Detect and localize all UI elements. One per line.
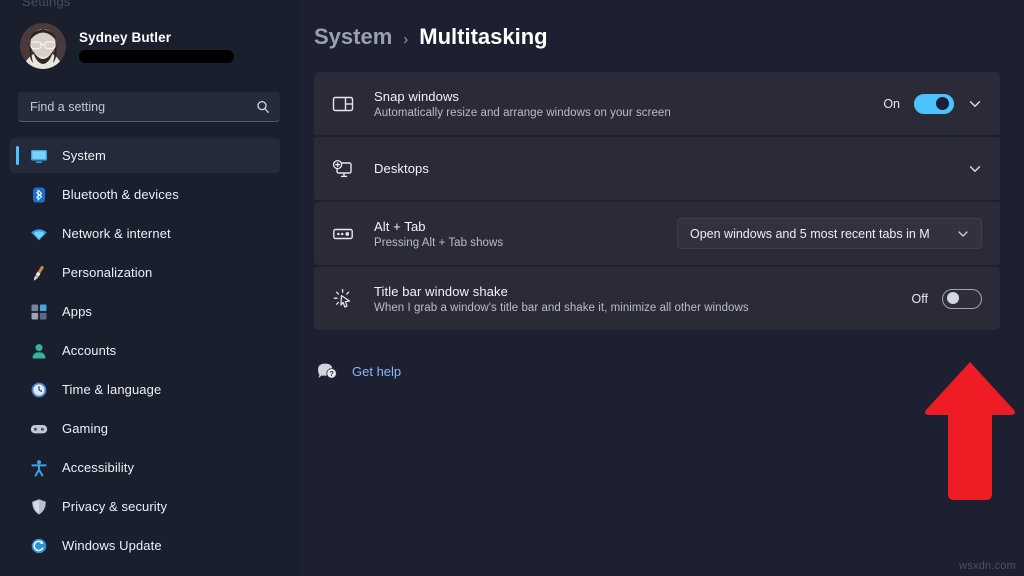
settings-list: Snap windows Automatically resize and ar… [314,72,1000,330]
snap-layout-icon [330,91,356,117]
sidebar-item-label: Network & internet [62,226,171,241]
cursor-shake-icon [330,286,356,312]
sidebar-nav: System Bluetooth & devices [0,138,300,563]
main-content: System › Multitasking Snap windows Autom… [300,0,1024,576]
breadcrumb-parent[interactable]: System [314,24,392,50]
watermark: wsxdn.com [959,560,1016,572]
setting-row-snap-windows[interactable]: Snap windows Automatically resize and ar… [314,72,1000,135]
sidebar-item-label: Accounts [62,343,116,358]
alt-tab-keys-icon [330,221,356,247]
sidebar-item-label: System [62,148,106,163]
clock-icon [30,381,48,399]
profile-email-redacted [79,50,234,63]
setting-subtitle: When I grab a window's title bar and sha… [374,302,912,314]
sidebar-item-label: Windows Update [62,538,162,553]
shield-icon [30,498,48,516]
toggle-state-label: On [883,97,900,111]
search-icon[interactable] [256,100,270,114]
paintbrush-icon [30,264,48,282]
setting-title: Alt + Tab [374,219,677,234]
sidebar-item-label: Personalization [62,265,152,280]
sidebar-item-system[interactable]: System [10,138,280,173]
user-profile[interactable]: Sydney Butler [0,8,300,70]
setting-row-alt-tab[interactable]: Alt + Tab Pressing Alt + Tab shows Open … [314,202,1000,265]
breadcrumb: System › Multitasking [314,24,1000,50]
person-icon [30,342,48,360]
chevron-right-icon: › [403,31,408,48]
monitor-icon [30,147,48,165]
settings-window: Settings [0,0,1024,576]
update-refresh-icon [30,537,48,555]
sidebar-item-label: Time & language [62,382,161,397]
setting-subtitle: Automatically resize and arrange windows… [374,107,883,119]
window-title-cutoff: Settings [22,0,71,9]
page-title: Multitasking [419,24,547,50]
chevron-down-icon[interactable] [957,228,971,240]
sidebar-item-label: Bluetooth & devices [62,187,179,202]
wifi-icon [30,225,48,243]
title-bar-shake-toggle[interactable] [942,289,982,309]
sidebar-item-label: Apps [62,304,92,319]
sidebar-item-personalization[interactable]: Personalization [10,255,280,290]
toggle-state-label: Off [912,292,928,306]
snap-windows-toggle[interactable] [914,94,954,114]
sidebar-item-accounts[interactable]: Accounts [10,333,280,368]
toggle-knob [936,97,949,110]
sidebar-item-time-language[interactable]: Time & language [10,372,280,407]
alt-tab-dropdown[interactable]: Open windows and 5 most recent tabs in M [677,218,982,249]
sidebar-item-network-internet[interactable]: Network & internet [10,216,280,251]
sidebar: Settings [0,0,300,576]
sidebar-item-label: Accessibility [62,460,134,475]
get-help-link[interactable]: ? Get help [314,360,1000,382]
search-input[interactable] [30,100,256,114]
setting-title: Desktops [374,161,968,176]
setting-row-title-bar-window-shake[interactable]: Title bar window shake When I grab a win… [314,267,1000,330]
sidebar-item-accessibility[interactable]: Accessibility [10,450,280,485]
apps-grid-icon [30,303,48,321]
sidebar-item-label: Gaming [62,421,108,436]
bluetooth-icon [30,186,48,204]
setting-title: Snap windows [374,89,883,104]
setting-row-desktops[interactable]: Desktops [314,137,1000,200]
profile-name: Sydney Butler [79,30,234,45]
help-question-icon: ? [316,360,338,382]
sidebar-item-windows-update[interactable]: Windows Update [10,528,280,563]
sidebar-item-bluetooth-devices[interactable]: Bluetooth & devices [10,177,280,212]
chevron-down-icon[interactable] [968,162,982,176]
accessibility-icon [30,459,48,477]
toggle-knob [947,292,959,304]
gamepad-icon [30,420,48,438]
sidebar-item-label: Privacy & security [62,499,167,514]
dropdown-value: Open windows and 5 most recent tabs in M [690,227,949,241]
setting-title: Title bar window shake [374,284,912,299]
sidebar-item-gaming[interactable]: Gaming [10,411,280,446]
search-box[interactable] [18,92,280,122]
setting-subtitle: Pressing Alt + Tab shows [374,237,677,249]
svg-text:?: ? [329,369,334,378]
get-help-label: Get help [352,364,401,379]
desktops-monitor-plus-icon [330,156,356,182]
sidebar-item-apps[interactable]: Apps [10,294,280,329]
chevron-down-icon[interactable] [968,97,982,111]
avatar [20,23,66,69]
sidebar-item-privacy-security[interactable]: Privacy & security [10,489,280,524]
